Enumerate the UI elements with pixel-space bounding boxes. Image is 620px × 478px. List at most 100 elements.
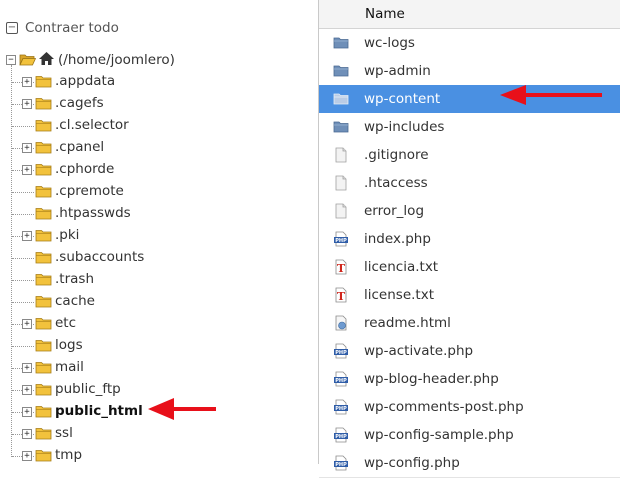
tree-connector bbox=[12, 346, 34, 347]
html-file-icon bbox=[335, 315, 347, 331]
file-name: wp-admin bbox=[364, 63, 431, 79]
generic-file-icon bbox=[335, 175, 347, 191]
file-row-wp-includes[interactable]: wp-includes bbox=[319, 113, 620, 142]
file-name: wc-logs bbox=[364, 35, 415, 51]
tree-item-label: .cagefs bbox=[55, 95, 104, 111]
file-name: wp-config-sample.php bbox=[364, 427, 514, 443]
file-name: .gitignore bbox=[364, 147, 429, 163]
tree-connector bbox=[12, 280, 34, 281]
expand-toggle[interactable]: + bbox=[22, 143, 32, 153]
file-name: wp-blog-header.php bbox=[364, 371, 499, 387]
tree-connector bbox=[12, 302, 34, 303]
expand-toggle[interactable]: + bbox=[22, 231, 32, 241]
svg-text:PHP: PHP bbox=[335, 378, 347, 384]
tree-root-label[interactable]: (/home/joomlero) bbox=[58, 52, 175, 68]
open-folder-icon bbox=[19, 54, 36, 66]
folder-icon bbox=[35, 208, 52, 220]
tree-connector bbox=[12, 126, 34, 127]
file-row-error-log[interactable]: error_log bbox=[319, 197, 620, 226]
file-row-wc-logs[interactable]: wc-logs bbox=[319, 29, 620, 58]
svg-text:PHP: PHP bbox=[335, 434, 347, 440]
expand-toggle[interactable]: + bbox=[22, 77, 32, 87]
file-name: wp-comments-post.php bbox=[364, 399, 524, 415]
php-file-icon: PHP bbox=[334, 231, 348, 247]
php-file-icon: PHP bbox=[334, 455, 348, 471]
folder-icon bbox=[35, 98, 52, 110]
folder-icon bbox=[35, 186, 52, 198]
file-row-wp-config-sample-php[interactable]: PHP wp-config-sample.php bbox=[319, 421, 620, 450]
directory-tree-pane: − Contraer todo − (/home/joomlero) + .app… bbox=[0, 0, 300, 464]
folder-icon bbox=[35, 318, 52, 330]
tree-connector bbox=[12, 192, 34, 193]
tree-item-label: mail bbox=[55, 359, 84, 375]
folder-icon bbox=[35, 450, 52, 462]
file-name: license.txt bbox=[364, 287, 434, 303]
file-name: wp-activate.php bbox=[364, 343, 474, 359]
folder-icon bbox=[35, 120, 52, 132]
collapse-all-label: Contraer todo bbox=[25, 20, 119, 36]
file-row-license-txt[interactable]: Tlicense.txt bbox=[319, 281, 620, 310]
tree-item-label: public_html bbox=[55, 403, 143, 419]
expand-toggle[interactable]: + bbox=[22, 451, 32, 461]
generic-file-icon bbox=[335, 147, 347, 163]
tree-item-label: .trash bbox=[55, 271, 94, 287]
tree-item-label: cache bbox=[55, 293, 95, 309]
file-row-dot-htaccess[interactable]: .htaccess bbox=[319, 169, 620, 198]
folder-icon bbox=[35, 76, 52, 88]
tree-guide-line bbox=[11, 65, 12, 457]
folder-icon bbox=[333, 121, 349, 133]
folder-icon bbox=[333, 93, 349, 105]
collapse-icon: − bbox=[6, 22, 18, 34]
expand-toggle[interactable]: + bbox=[22, 363, 32, 373]
collapse-all-button[interactable]: − Contraer todo bbox=[6, 18, 119, 38]
file-name: wp-includes bbox=[364, 119, 445, 135]
name-column-header[interactable]: Name bbox=[365, 6, 405, 22]
folder-icon bbox=[35, 142, 52, 154]
file-row-wp-admin[interactable]: wp-admin bbox=[319, 57, 620, 86]
php-file-icon: PHP bbox=[334, 427, 348, 443]
file-name: wp-content bbox=[364, 91, 441, 107]
tree-item-label: .subaccounts bbox=[55, 249, 145, 265]
text-file-icon: T bbox=[335, 259, 347, 275]
tree-item-label: .cpremote bbox=[55, 183, 124, 199]
folder-icon bbox=[35, 274, 52, 286]
tree-connector bbox=[12, 214, 34, 215]
file-row-wp-activate-php[interactable]: PHP wp-activate.php bbox=[319, 337, 620, 366]
file-name: error_log bbox=[364, 203, 425, 219]
file-row-readme-html[interactable]: readme.html bbox=[319, 309, 620, 338]
red-arrow-file-list bbox=[500, 85, 602, 105]
file-row-wp-comments-post-php[interactable]: PHP wp-comments-post.php bbox=[319, 393, 620, 422]
php-file-icon: PHP bbox=[334, 399, 348, 415]
expand-toggle[interactable]: + bbox=[22, 429, 32, 439]
red-arrow-tree bbox=[148, 398, 216, 420]
expand-toggle[interactable]: + bbox=[22, 319, 32, 329]
expand-toggle[interactable]: + bbox=[22, 165, 32, 175]
file-row-licencia-txt[interactable]: Tlicencia.txt bbox=[319, 253, 620, 282]
tree-item-label: .appdata bbox=[55, 73, 116, 89]
expand-toggle[interactable]: + bbox=[22, 407, 32, 417]
svg-text:PHP: PHP bbox=[335, 462, 347, 468]
tree-item-label: ssl bbox=[55, 425, 73, 441]
root-collapse-toggle[interactable]: − bbox=[6, 55, 16, 65]
file-row-dot-gitignore[interactable]: .gitignore bbox=[319, 141, 620, 170]
text-file-icon: T bbox=[335, 287, 347, 303]
generic-file-icon bbox=[335, 203, 347, 219]
expand-toggle[interactable]: + bbox=[22, 385, 32, 395]
folder-icon bbox=[35, 340, 52, 352]
tree-item-label: etc bbox=[55, 315, 77, 331]
file-row-wp-blog-header-php[interactable]: PHP wp-blog-header.php bbox=[319, 365, 620, 394]
tree-item-label: public_ftp bbox=[55, 381, 121, 397]
php-file-icon: PHP bbox=[334, 371, 348, 387]
tree-item-label: tmp bbox=[55, 447, 83, 463]
expand-toggle[interactable]: + bbox=[22, 99, 32, 109]
svg-text:T: T bbox=[337, 290, 346, 303]
file-row-index-php[interactable]: PHP index.php bbox=[319, 225, 620, 254]
svg-text:PHP: PHP bbox=[335, 350, 347, 356]
tree-item-label: .htpasswds bbox=[55, 205, 131, 221]
folder-icon bbox=[35, 230, 52, 242]
folder-icon bbox=[35, 296, 52, 308]
tree-item-label: .cl.selector bbox=[55, 117, 129, 133]
file-list-header: Name bbox=[319, 0, 620, 29]
svg-text:PHP: PHP bbox=[335, 406, 347, 412]
tree-connector bbox=[12, 258, 34, 259]
